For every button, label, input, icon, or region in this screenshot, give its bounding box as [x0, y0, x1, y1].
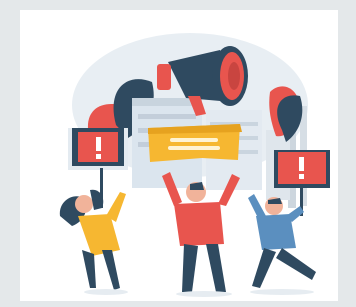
- illustration-card: [20, 10, 338, 301]
- protester-woman: [59, 189, 126, 290]
- ground-shadow-left: [84, 289, 128, 295]
- exclamation-icon: [299, 157, 304, 171]
- protest-illustration: [59, 33, 330, 297]
- center-sign: [148, 124, 242, 162]
- protester-man-right: [248, 194, 316, 288]
- ground-shadow-center: [176, 291, 232, 297]
- exclamation-icon: [96, 137, 101, 151]
- ground-shadow-right: [250, 289, 314, 295]
- protester-man-center: [162, 172, 240, 292]
